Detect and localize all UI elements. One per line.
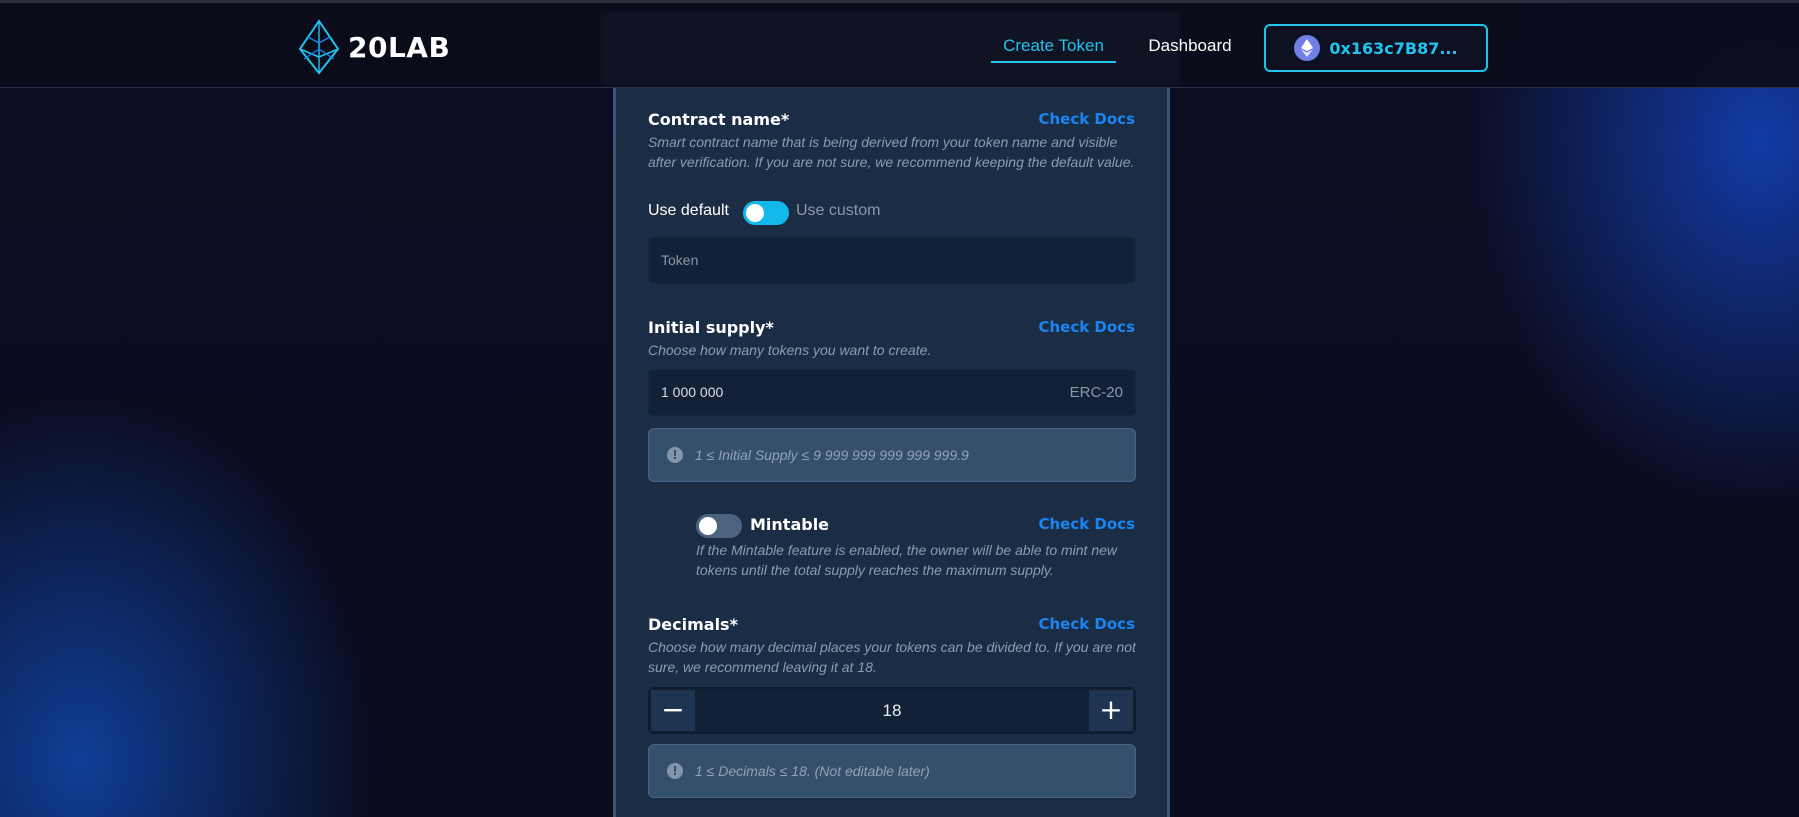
contract-name-input[interactable]: Token	[648, 237, 1136, 284]
mintable-label: Mintable	[750, 515, 830, 534]
mintable-toggle[interactable]	[696, 514, 742, 538]
initial-supply-title: Initial supply*	[648, 318, 774, 337]
use-default-label: Use default	[648, 202, 729, 219]
contract-name-title: Contract name*	[648, 110, 790, 129]
initial-supply-check-docs-link[interactable]: Check Docs	[1038, 318, 1135, 336]
initial-supply-note-text: 1 ≤ Initial Supply ≤ 9 999 999 999 999 9…	[695, 447, 969, 463]
logo-text: 20LAB	[348, 30, 451, 64]
initial-supply-value: 1 000 000	[661, 384, 724, 400]
contract-name-description: Smart contract name that is being derive…	[648, 134, 1135, 170]
decimals-title: Decimals*	[648, 615, 738, 634]
decimals-note: ! 1 ≤ Decimals ≤ 18. (Not editable later…	[648, 744, 1136, 798]
nav-create-token[interactable]: Create Token	[991, 33, 1116, 63]
info-exclamation-icon: !	[667, 763, 683, 779]
info-exclamation-icon: !	[667, 447, 683, 463]
increment-button[interactable]: +	[1089, 690, 1133, 731]
decimals-value[interactable]: 18	[650, 689, 1134, 732]
initial-supply-description: Choose how many tokens you want to creat…	[648, 342, 932, 358]
decrement-button[interactable]: −	[651, 690, 695, 731]
contract-name-check-docs-link[interactable]: Check Docs	[1038, 110, 1135, 128]
initial-supply-input[interactable]: 1 000 000 ERC-20	[648, 369, 1136, 416]
nav-dashboard[interactable]: Dashboard	[1140, 33, 1240, 61]
wallet-address-button[interactable]: 0x163c7B87...	[1264, 24, 1488, 72]
wallet-address: 0x163c7B87...	[1329, 38, 1458, 58]
logo[interactable]: 20LAB	[296, 19, 450, 75]
toggle-knob	[699, 517, 717, 535]
initial-supply-note: ! 1 ≤ Initial Supply ≤ 9 999 999 999 999…	[648, 428, 1136, 482]
decimals-check-docs-link[interactable]: Check Docs	[1038, 615, 1135, 633]
mintable-check-docs-link[interactable]: Check Docs	[1038, 515, 1135, 533]
toggle-knob	[746, 204, 764, 222]
decimals-description: Choose how many decimal places your toke…	[648, 639, 1136, 675]
top-navigation-bar: 20LAB Create Token Dashboard 0x163c7B87.…	[0, 3, 1799, 88]
ethereum-icon	[1294, 35, 1321, 61]
use-custom-label: Use custom	[796, 202, 881, 219]
mintable-description: If the Mintable feature is enabled, the …	[696, 542, 1118, 578]
ethereum-diamond-logo-icon	[298, 19, 340, 75]
decimals-note-text: 1 ≤ Decimals ≤ 18. (Not editable later)	[695, 763, 930, 779]
token-standard-suffix: ERC-20	[1069, 384, 1123, 401]
contract-name-default-toggle[interactable]	[743, 201, 789, 225]
token-form-panel: Contract name* Check Docs Smart contract…	[613, 88, 1170, 817]
decimals-stepper: 18 − +	[648, 687, 1136, 734]
